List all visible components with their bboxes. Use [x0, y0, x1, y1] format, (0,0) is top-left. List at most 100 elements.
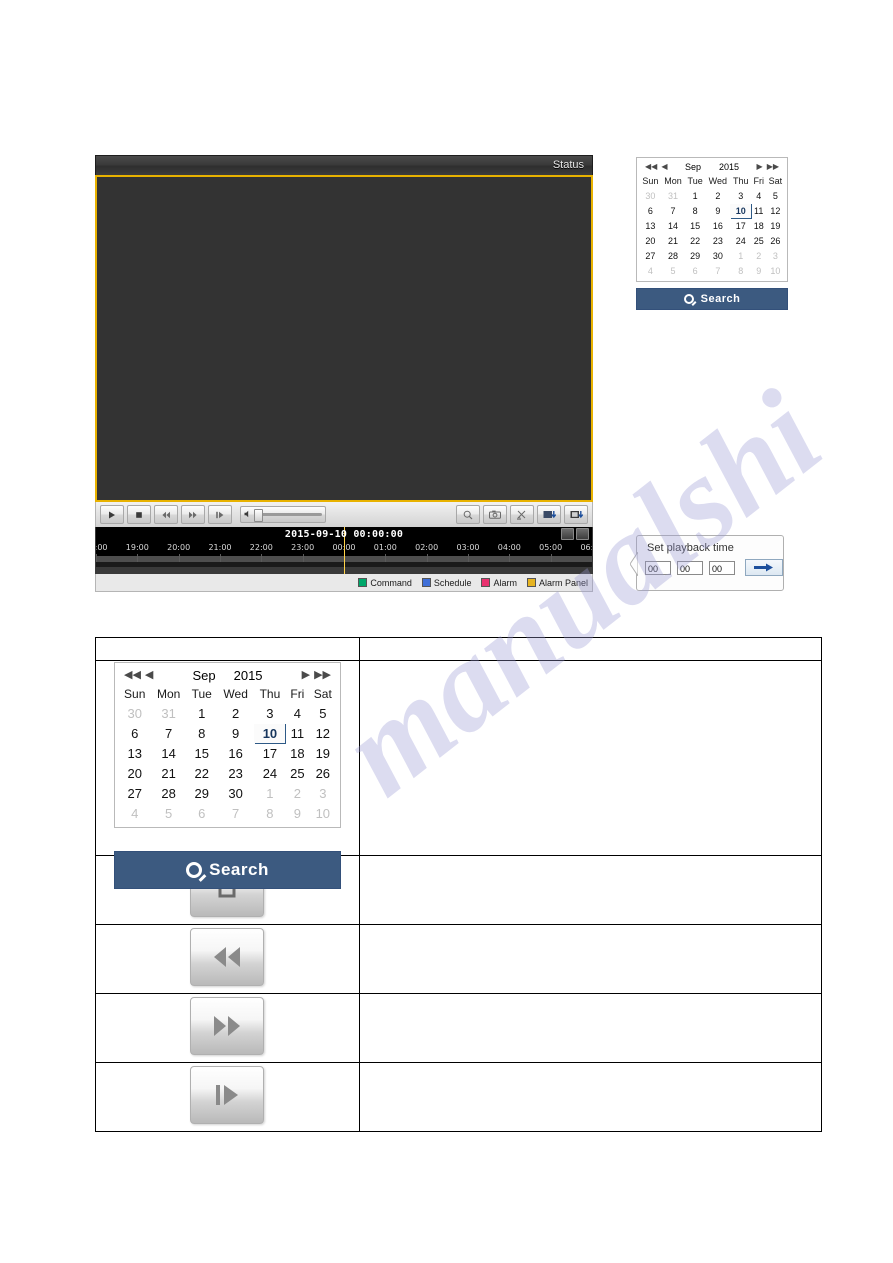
calendar-day-7[interactable]: 7: [217, 804, 254, 824]
calendar-day-12[interactable]: 12: [309, 724, 336, 744]
digital-zoom-icon[interactable]: [456, 505, 480, 524]
calendar-day-3[interactable]: 3: [254, 704, 285, 724]
stop-button[interactable]: [127, 505, 151, 524]
calendar-day-8[interactable]: 8: [730, 264, 751, 279]
calendar-day-23[interactable]: 23: [705, 234, 730, 249]
calendar-day-12[interactable]: 12: [766, 204, 784, 219]
calendar-day-25[interactable]: 25: [751, 234, 766, 249]
calendar-day-31[interactable]: 31: [661, 189, 685, 204]
volume-slider-track[interactable]: [254, 509, 322, 522]
calendar-day-19[interactable]: 19: [766, 219, 784, 234]
calendar-day-3[interactable]: 3: [730, 189, 751, 204]
calendar-day-8[interactable]: 8: [186, 724, 217, 744]
calendar-day-9[interactable]: 9: [751, 264, 766, 279]
fast-forward-button[interactable]: [190, 996, 265, 1055]
start-clipping-icon[interactable]: [537, 505, 561, 524]
calendar-day-18[interactable]: 18: [286, 744, 309, 764]
calendar-day-10[interactable]: 10: [309, 804, 336, 824]
calendar-day-4[interactable]: 4: [286, 704, 309, 724]
double-left-icon[interactable]: ◀◀: [645, 163, 657, 171]
left-icon[interactable]: ◀: [145, 670, 153, 681]
download-icon[interactable]: [564, 505, 588, 524]
calendar-day-3[interactable]: 3: [309, 784, 336, 804]
calendar-day-1[interactable]: 1: [685, 189, 706, 204]
calendar-day-30[interactable]: 30: [217, 784, 254, 804]
calendar-day-24[interactable]: 24: [730, 234, 751, 249]
calendar-day-1[interactable]: 1: [186, 704, 217, 724]
fast-forward-button[interactable]: [181, 505, 205, 524]
calendar-day-30[interactable]: 30: [640, 189, 662, 204]
calendar-day-5[interactable]: 5: [661, 264, 685, 279]
calendar-day-11[interactable]: 11: [286, 724, 309, 744]
playback-timeline[interactable]: 2015-09-10 00:00:00 18:00 19:00 20:00 21:00…: [95, 527, 593, 574]
calendar-large[interactable]: ◀◀ ◀ Sep 2015 ▶ ▶▶ Sun Mon Tue Wed Thu Fri Sat…: [114, 662, 341, 828]
timeline-zoom-out-icon[interactable]: [561, 528, 574, 540]
video-display-area[interactable]: [95, 175, 593, 502]
search-button-small[interactable]: Search: [636, 288, 788, 310]
calendar-day-4[interactable]: 4: [640, 264, 662, 279]
capture-picture-icon[interactable]: [483, 505, 507, 524]
calendar-day-10[interactable]: 10: [253, 723, 287, 744]
double-left-icon[interactable]: ◀◀: [124, 670, 141, 681]
calendar-day-13[interactable]: 13: [119, 744, 151, 764]
calendar-day-10[interactable]: 10: [729, 203, 752, 219]
calendar-day-4[interactable]: 4: [119, 804, 151, 824]
calendar-day-15[interactable]: 15: [186, 744, 217, 764]
clip-scissors-icon[interactable]: [510, 505, 534, 524]
calendar-day-8[interactable]: 8: [254, 804, 285, 824]
calendar-day-15[interactable]: 15: [685, 219, 706, 234]
calendar-day-18[interactable]: 18: [751, 219, 766, 234]
single-frame-button[interactable]: [208, 505, 232, 524]
double-right-icon[interactable]: ▶▶: [767, 163, 779, 171]
search-button-large[interactable]: Search: [114, 851, 341, 889]
go-button[interactable]: [745, 559, 783, 576]
calendar-day-28[interactable]: 28: [661, 249, 685, 264]
calendar-day-16[interactable]: 16: [217, 744, 254, 764]
calendar-day-9[interactable]: 9: [217, 724, 254, 744]
calendar-day-17[interactable]: 17: [730, 219, 751, 234]
calendar-day-6[interactable]: 6: [640, 204, 662, 219]
calendar-day-8[interactable]: 8: [685, 204, 706, 219]
calendar-day-29[interactable]: 29: [685, 249, 706, 264]
calendar-day-3[interactable]: 3: [766, 249, 784, 264]
calendar-day-5[interactable]: 5: [766, 189, 784, 204]
second-input[interactable]: 00: [709, 560, 735, 575]
calendar-day-24[interactable]: 24: [254, 764, 285, 784]
calendar-day-25[interactable]: 25: [286, 764, 309, 784]
calendar-day-1[interactable]: 1: [730, 249, 751, 264]
calendar-day-20[interactable]: 20: [119, 764, 151, 784]
calendar-day-5[interactable]: 5: [151, 804, 186, 824]
single-frame-button[interactable]: [190, 1065, 265, 1124]
volume-control[interactable]: [240, 506, 326, 523]
calendar-day-13[interactable]: 13: [640, 219, 662, 234]
calendar-day-17[interactable]: 17: [254, 744, 285, 764]
timeline-zoom-in-icon[interactable]: [576, 528, 589, 540]
calendar-day-27[interactable]: 27: [119, 784, 151, 804]
calendar-day-11[interactable]: 11: [751, 204, 766, 219]
calendar-day-21[interactable]: 21: [151, 764, 186, 784]
calendar-day-21[interactable]: 21: [661, 234, 685, 249]
play-button[interactable]: [100, 505, 124, 524]
calendar-day-1[interactable]: 1: [254, 784, 285, 804]
calendar-day-9[interactable]: 9: [286, 804, 309, 824]
rewind-button[interactable]: [190, 927, 265, 986]
hour-input[interactable]: 00: [645, 560, 671, 575]
right-icon[interactable]: ▶: [757, 163, 763, 171]
calendar-day-10[interactable]: 10: [766, 264, 784, 279]
calendar-day-14[interactable]: 14: [661, 219, 685, 234]
calendar-day-26[interactable]: 26: [309, 764, 336, 784]
calendar-day-23[interactable]: 23: [217, 764, 254, 784]
calendar-small[interactable]: ◀◀ ◀ Sep 2015 ▶ ▶▶ Sun Mon Tue Wed Thu Fri Sat…: [636, 157, 788, 282]
calendar-day-26[interactable]: 26: [766, 234, 784, 249]
calendar-day-6[interactable]: 6: [119, 724, 151, 744]
calendar-day-9[interactable]: 9: [705, 204, 730, 219]
double-right-icon[interactable]: ▶▶: [314, 670, 331, 681]
calendar-day-4[interactable]: 4: [751, 189, 766, 204]
right-icon[interactable]: ▶: [302, 670, 310, 681]
calendar-day-16[interactable]: 16: [705, 219, 730, 234]
calendar-day-6[interactable]: 6: [186, 804, 217, 824]
calendar-day-2[interactable]: 2: [217, 704, 254, 724]
calendar-day-2[interactable]: 2: [705, 189, 730, 204]
left-icon[interactable]: ◀: [661, 163, 667, 171]
calendar-day-30[interactable]: 30: [119, 704, 151, 724]
